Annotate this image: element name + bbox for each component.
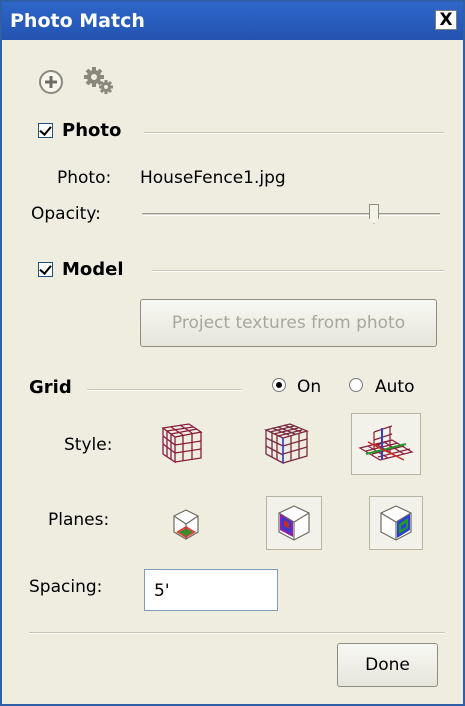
- model-section-divider: [152, 270, 444, 272]
- grid-on-radio[interactable]: [272, 378, 286, 392]
- spacing-input[interactable]: 5': [144, 569, 278, 611]
- grid-style-planes-icon: [358, 425, 414, 461]
- photo-field-label: Photo:: [57, 168, 112, 188]
- photo-filename: HouseFence1.jpg: [140, 168, 286, 188]
- title-bar: Photo Match X: [2, 2, 463, 40]
- grid-style-outside-icon: [264, 423, 309, 465]
- grid-style-planes-button[interactable]: [351, 413, 421, 475]
- project-textures-button[interactable]: Project textures from photo: [140, 299, 437, 347]
- plane-red-blue-icon: [278, 505, 310, 541]
- photo-section-label: Photo: [62, 120, 122, 141]
- close-button[interactable]: X: [435, 10, 457, 30]
- photo-match-dialog: Photo Match X Photo Photo: HouseFence1.j…: [0, 0, 465, 706]
- photo-section-divider: [144, 132, 444, 134]
- opacity-label: Opacity:: [31, 204, 101, 224]
- photo-checkbox[interactable]: [38, 123, 53, 138]
- settings-gear-icon[interactable]: [82, 65, 116, 97]
- grid-auto-radio[interactable]: [349, 378, 363, 392]
- plane-red-green-icon: [173, 509, 199, 540]
- grid-section-divider: [87, 389, 242, 391]
- plane-red-blue-button[interactable]: [266, 496, 322, 550]
- spacing-label: Spacing:: [29, 577, 103, 597]
- grid-on-label: On: [297, 377, 322, 397]
- window-title: Photo Match: [10, 10, 145, 32]
- plane-green-blue-button[interactable]: [369, 496, 423, 550]
- add-icon[interactable]: [37, 68, 65, 96]
- opacity-slider[interactable]: [142, 213, 440, 216]
- style-label: Style:: [64, 435, 113, 455]
- grid-section-label: Grid: [29, 377, 72, 398]
- footer-divider: [29, 632, 445, 634]
- model-section-label: Model: [62, 259, 124, 280]
- grid-style-outside-button[interactable]: [257, 414, 315, 472]
- grid-auto-label: Auto: [375, 377, 415, 397]
- model-checkbox[interactable]: [38, 262, 53, 277]
- grid-style-inside-icon: [161, 423, 203, 464]
- plane-green-blue-icon: [380, 505, 412, 541]
- planes-label: Planes:: [48, 510, 110, 530]
- grid-style-inside-button[interactable]: [153, 414, 211, 472]
- plane-red-green-button[interactable]: [166, 502, 206, 548]
- opacity-slider-thumb[interactable]: [369, 204, 379, 224]
- done-button[interactable]: Done: [337, 643, 438, 687]
